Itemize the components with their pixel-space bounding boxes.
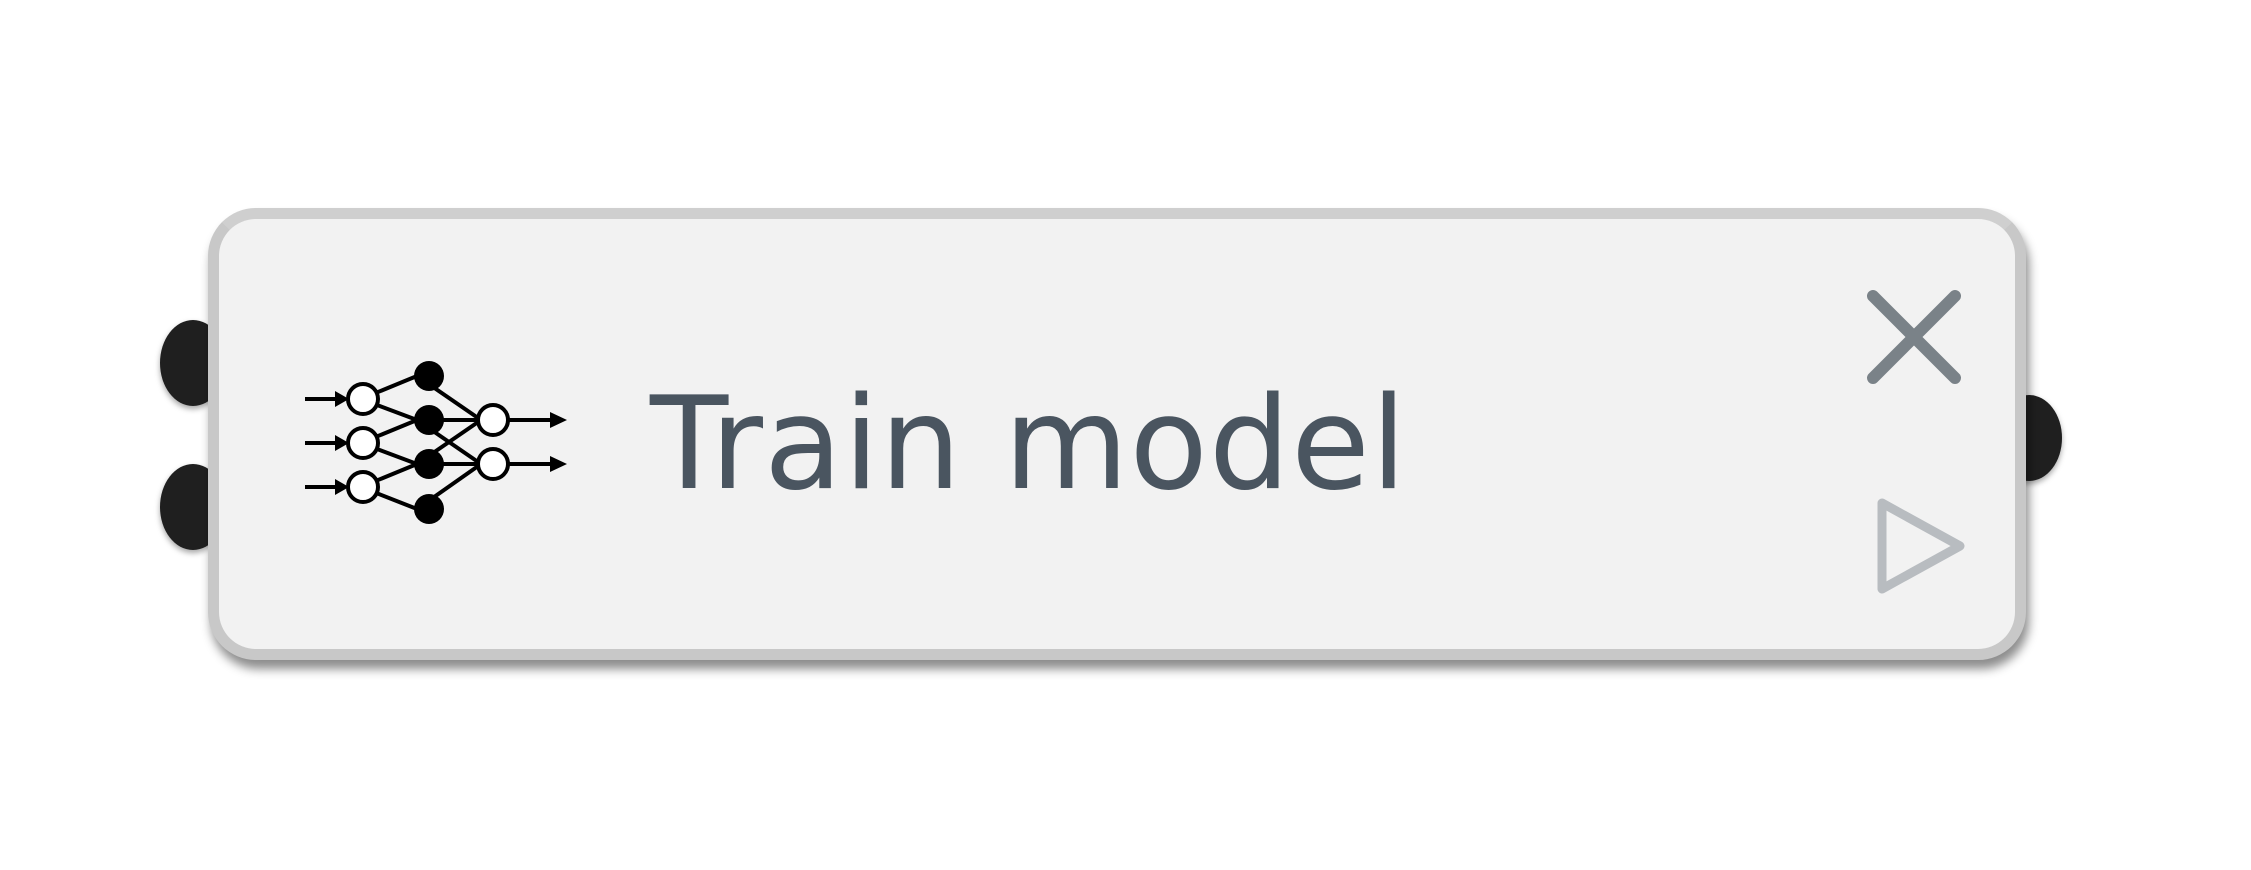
canvas: Train model (0, 0, 2251, 870)
train-model-node[interactable]: Train model (208, 208, 2026, 660)
node-title: Train model (650, 370, 1408, 519)
close-icon[interactable] (1859, 282, 1969, 392)
neural-network-icon (305, 361, 567, 524)
play-icon[interactable] (1864, 491, 1974, 601)
